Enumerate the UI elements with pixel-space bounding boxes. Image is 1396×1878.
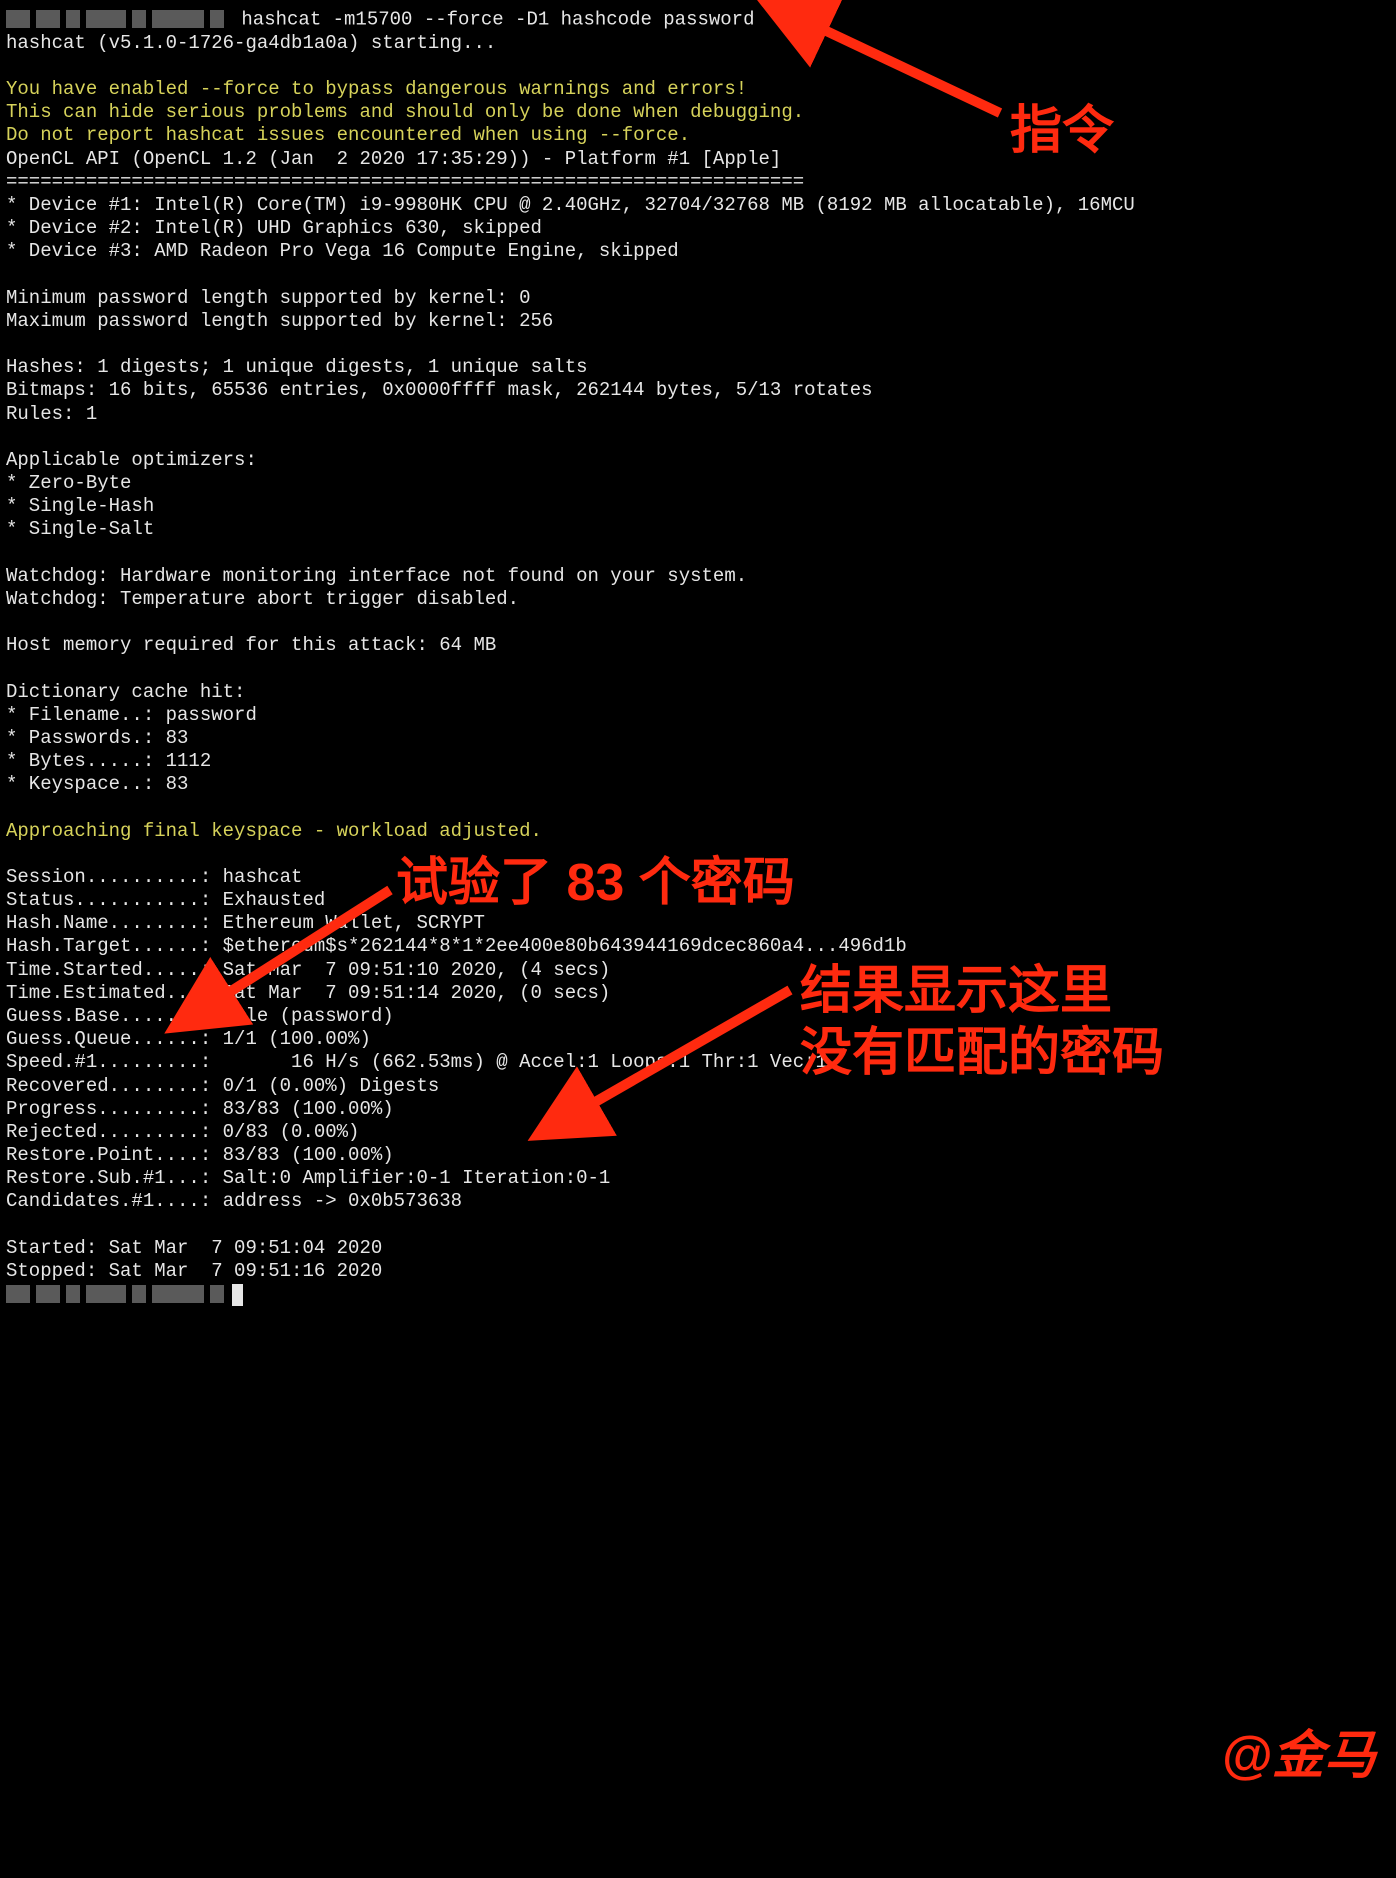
terminal-window: hashcat -m15700 --force -D1 hashcode pas… <box>0 0 1396 1878</box>
stat-hash-name: Hash.Name........: Ethereum Wallet, SCRY… <box>6 912 1390 935</box>
dict-hit-header: Dictionary cache hit: <box>6 681 1390 704</box>
stat-speed: Speed.#1.........: 16 H/s (662.53ms) @ A… <box>6 1051 1390 1074</box>
stat-recovered: Recovered........: 0/1 (0.00%) Digests <box>6 1075 1390 1098</box>
blank <box>6 843 1390 866</box>
bitmaps-line: Bitmaps: 16 bits, 65536 entries, 0x0000f… <box>6 379 1390 402</box>
stat-guess-queue: Guess.Queue......: 1/1 (100.00%) <box>6 1028 1390 1051</box>
prompt-line-2[interactable] <box>6 1283 1390 1307</box>
annotation-signature: @金马 <box>1221 1725 1376 1788</box>
dict-filename: * Filename..: password <box>6 704 1390 727</box>
stat-status: Status...........: Exhausted <box>6 889 1390 912</box>
stat-time-estimated: Time.Estimated...: Sat Mar 7 09:51:14 20… <box>6 982 1390 1005</box>
blank <box>6 426 1390 449</box>
prompt-line: hashcat -m15700 --force -D1 hashcode pas… <box>6 8 1390 32</box>
opt-single-salt: * Single-Salt <box>6 518 1390 541</box>
blank <box>6 1214 1390 1237</box>
prompt-redacted <box>6 8 230 31</box>
stopped-line: Stopped: Sat Mar 7 09:51:16 2020 <box>6 1260 1390 1283</box>
dict-passwords: * Passwords.: 83 <box>6 727 1390 750</box>
opt-single-hash: * Single-Hash <box>6 495 1390 518</box>
warn-line-2: This can hide serious problems and shoul… <box>6 101 1390 124</box>
approaching-line: Approaching final keyspace - workload ad… <box>6 820 1390 843</box>
blank <box>6 657 1390 680</box>
started-line: Started: Sat Mar 7 09:51:04 2020 <box>6 1237 1390 1260</box>
stat-session: Session..........: hashcat <box>6 866 1390 889</box>
stat-progress: Progress.........: 83/83 (100.00%) <box>6 1098 1390 1121</box>
max-pw: Maximum password length supported by ker… <box>6 310 1390 333</box>
dict-keyspace: * Keyspace..: 83 <box>6 773 1390 796</box>
rules-line: Rules: 1 <box>6 403 1390 426</box>
blank <box>6 796 1390 819</box>
hrule: ========================================… <box>6 171 1390 194</box>
opencl-line: OpenCL API (OpenCL 1.2 (Jan 2 2020 17:35… <box>6 148 1390 171</box>
cursor-icon <box>232 1284 243 1306</box>
warn-line-1: You have enabled --force to bypass dange… <box>6 78 1390 101</box>
hashes-line: Hashes: 1 digests; 1 unique digests, 1 u… <box>6 356 1390 379</box>
blank <box>6 264 1390 287</box>
stat-hash-target: Hash.Target......: $ethereum$s*262144*8*… <box>6 935 1390 958</box>
blank <box>6 55 1390 78</box>
stat-restore-point: Restore.Point....: 83/83 (100.00%) <box>6 1144 1390 1167</box>
command-text: hashcat -m15700 --force -D1 hashcode pas… <box>230 9 755 31</box>
blank <box>6 611 1390 634</box>
watchdog-1: Watchdog: Hardware monitoring interface … <box>6 565 1390 588</box>
stat-candidates: Candidates.#1....: address -> 0x0b573638 <box>6 1190 1390 1213</box>
device-1: * Device #1: Intel(R) Core(TM) i9-9980HK… <box>6 194 1390 217</box>
applopt-header: Applicable optimizers: <box>6 449 1390 472</box>
prompt-redacted <box>6 1283 230 1306</box>
warn-line-3: Do not report hashcat issues encountered… <box>6 124 1390 147</box>
starting-line: hashcat (v5.1.0-1726-ga4db1a0a) starting… <box>6 32 1390 55</box>
device-3: * Device #3: AMD Radeon Pro Vega 16 Comp… <box>6 240 1390 263</box>
stat-time-started: Time.Started.....: Sat Mar 7 09:51:10 20… <box>6 959 1390 982</box>
stat-rejected: Rejected.........: 0/83 (0.00%) <box>6 1121 1390 1144</box>
stat-guess-base: Guess.Base.......: File (password) <box>6 1005 1390 1028</box>
min-pw: Minimum password length supported by ker… <box>6 287 1390 310</box>
device-2: * Device #2: Intel(R) UHD Graphics 630, … <box>6 217 1390 240</box>
blank <box>6 333 1390 356</box>
dict-bytes: * Bytes.....: 1112 <box>6 750 1390 773</box>
host-memory: Host memory required for this attack: 64… <box>6 634 1390 657</box>
blank <box>6 542 1390 565</box>
watchdog-2: Watchdog: Temperature abort trigger disa… <box>6 588 1390 611</box>
stat-restore-sub: Restore.Sub.#1...: Salt:0 Amplifier:0-1 … <box>6 1167 1390 1190</box>
opt-zero-byte: * Zero-Byte <box>6 472 1390 495</box>
